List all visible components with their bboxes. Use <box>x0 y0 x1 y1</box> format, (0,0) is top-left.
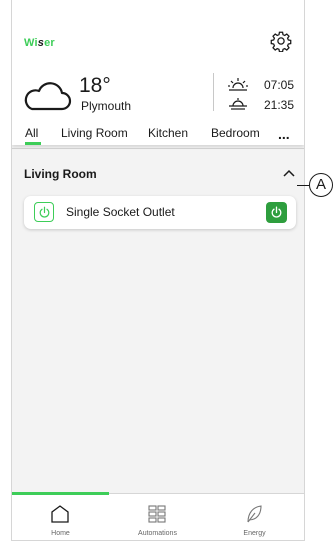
divider <box>213 73 214 111</box>
room-section-title: Living Room <box>24 167 97 181</box>
sunset-time: 21:35 <box>264 98 295 112</box>
nav-energy[interactable]: Energy <box>206 494 303 540</box>
nav-home[interactable]: Home <box>12 494 109 540</box>
gear-icon[interactable] <box>270 30 292 52</box>
sunset-icon <box>229 98 247 110</box>
app-screen: Wiser 18° Plymouth 07:05 21:35 All Livin… <box>11 0 305 541</box>
grid-icon <box>148 505 166 523</box>
header-divider <box>12 148 304 149</box>
home-icon <box>51 505 69 523</box>
tab-selected-indicator <box>25 142 41 145</box>
nav-home-label: Home <box>51 530 70 537</box>
tab-bedroom[interactable]: Bedroom <box>211 126 260 140</box>
tab-living-room[interactable]: Living Room <box>61 126 128 140</box>
device-power-toggle[interactable] <box>266 202 287 223</box>
tab-all[interactable]: All <box>25 126 38 140</box>
bottom-nav: Home Automations Energy <box>12 492 304 540</box>
leaf-icon <box>247 505 262 523</box>
device-card[interactable]: Single Socket Outlet <box>24 196 296 229</box>
sunrise-row: 07:05 <box>227 77 304 93</box>
sunrise-icon <box>228 78 248 91</box>
callout-leader-line <box>297 185 309 186</box>
chevron-up-icon[interactable] <box>282 168 296 178</box>
nav-automations[interactable]: Automations <box>109 494 206 540</box>
tab-kitchen[interactable]: Kitchen <box>148 126 188 140</box>
header: Wiser 18° Plymouth 07:05 21:35 All Livin… <box>12 0 304 145</box>
cloud-icon <box>24 82 72 111</box>
app-logo: Wiser <box>24 37 55 49</box>
more-tabs-button[interactable]: ... <box>278 126 290 142</box>
sunset-row: 21:35 <box>227 97 304 113</box>
temperature: 18° <box>79 74 111 97</box>
room-tabs: All Living Room Kitchen Bedroom <box>12 126 304 145</box>
device-label: Single Socket Outlet <box>66 205 175 219</box>
sunrise-time: 07:05 <box>264 78 295 92</box>
nav-automations-label: Automations <box>138 530 177 537</box>
power-icon <box>271 206 282 218</box>
city-name: Plymouth <box>81 99 132 113</box>
callout-label: A <box>309 173 333 197</box>
nav-energy-label: Energy <box>243 530 266 537</box>
power-icon <box>34 202 54 222</box>
